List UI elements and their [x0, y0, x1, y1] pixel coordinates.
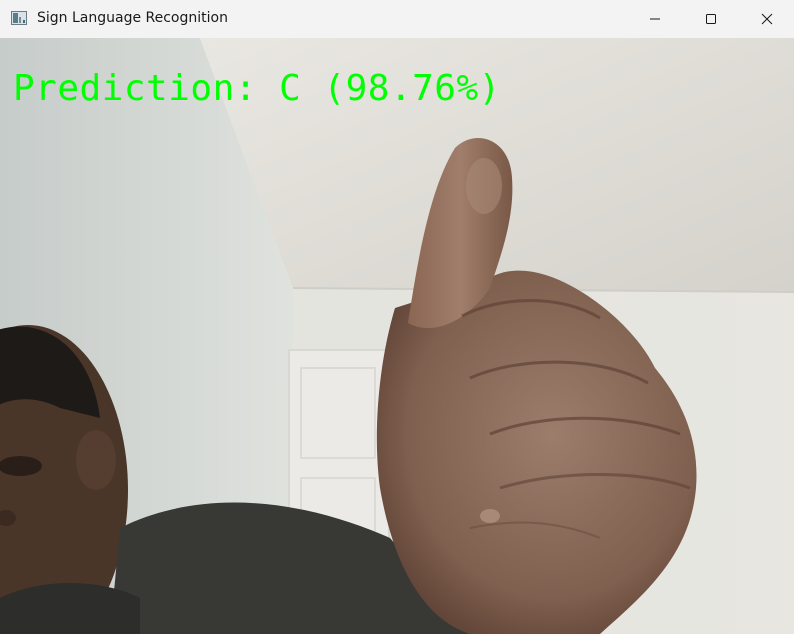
app-icon — [11, 11, 27, 25]
camera-feed: Prediction: C (98.76%) — [0, 38, 794, 634]
prediction-overlay: Prediction: C (98.76%) — [13, 68, 501, 109]
close-button[interactable] — [744, 0, 790, 38]
window-title: Sign Language Recognition — [37, 10, 228, 26]
title-bar[interactable]: Sign Language Recognition — [0, 0, 794, 39]
app-window: Sign Language Recognition Prediction: C … — [0, 0, 794, 634]
maximize-icon — [706, 14, 716, 24]
webcam-image — [0, 38, 794, 634]
minimize-button[interactable] — [632, 0, 678, 38]
minimize-icon — [650, 18, 660, 20]
close-icon — [761, 13, 773, 25]
maximize-button[interactable] — [688, 0, 734, 38]
